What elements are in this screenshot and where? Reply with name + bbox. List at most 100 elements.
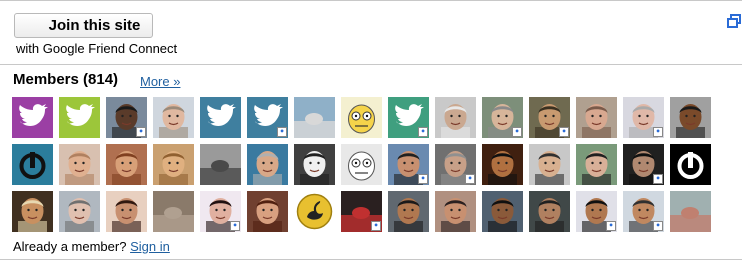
member-avatar[interactable]	[106, 144, 147, 185]
section-divider	[0, 64, 742, 65]
member-photo	[482, 144, 523, 185]
member-avatar[interactable]: •	[576, 191, 617, 232]
member-avatar[interactable]: •	[623, 144, 664, 185]
member-avatar[interactable]	[294, 144, 335, 185]
member-avatar[interactable]: •	[341, 191, 382, 232]
popout-window-icon[interactable]	[727, 14, 741, 28]
members-heading: Members (814)	[13, 71, 119, 88]
twitter-bird-icon	[12, 97, 53, 138]
member-avatar[interactable]: •	[200, 191, 241, 232]
logo-avatar	[670, 144, 711, 185]
sign-in-link[interactable]: Sign in	[130, 239, 170, 254]
member-avatar[interactable]: •	[388, 144, 429, 185]
member-avatar[interactable]: •	[482, 97, 523, 138]
google-badge-icon: •	[653, 127, 663, 137]
member-photo	[576, 97, 617, 138]
member-avatar[interactable]	[200, 97, 241, 138]
bottom-divider	[0, 259, 742, 260]
member-avatar[interactable]: •	[106, 97, 147, 138]
member-avatar[interactable]	[670, 191, 711, 232]
member-photo	[435, 191, 476, 232]
landscape-photo	[670, 191, 711, 232]
member-avatar[interactable]: •	[435, 144, 476, 185]
twitter-bird-icon	[59, 97, 100, 138]
google-badge-icon: •	[465, 174, 475, 184]
friend-connect-subtitle: with Google Friend Connect	[16, 41, 178, 56]
member-avatar[interactable]	[435, 191, 476, 232]
member-photo	[529, 144, 570, 185]
member-avatar[interactable]: •	[247, 97, 288, 138]
member-avatar[interactable]	[294, 97, 335, 138]
member-avatar[interactable]	[435, 97, 476, 138]
member-avatar[interactable]	[576, 144, 617, 185]
cartoon-avatar	[341, 144, 382, 185]
google-badge-icon: •	[512, 127, 522, 137]
member-avatar[interactable]	[576, 97, 617, 138]
twitter-bird-icon	[200, 97, 241, 138]
google-badge-icon: •	[418, 127, 428, 137]
member-avatar[interactable]	[482, 144, 523, 185]
member-photo	[59, 191, 100, 232]
google-badge-icon: •	[606, 221, 616, 231]
member-photo	[106, 144, 147, 185]
member-avatar[interactable]	[106, 191, 147, 232]
member-avatar[interactable]	[12, 144, 53, 185]
member-photo	[12, 191, 53, 232]
cartoon-avatar	[341, 97, 382, 138]
google-badge-icon: •	[136, 127, 146, 137]
google-badge-icon: •	[277, 127, 287, 137]
member-photo	[247, 191, 288, 232]
member-avatar[interactable]	[670, 97, 711, 138]
member-avatar[interactable]	[59, 97, 100, 138]
top-divider	[0, 0, 742, 1]
member-photo	[670, 97, 711, 138]
google-badge-icon: •	[559, 127, 569, 137]
member-avatar[interactable]	[670, 144, 711, 185]
member-avatar[interactable]: •	[623, 97, 664, 138]
member-avatar[interactable]	[153, 97, 194, 138]
member-photo	[294, 144, 335, 185]
member-avatar[interactable]	[200, 144, 241, 185]
landscape-photo	[200, 144, 241, 185]
footer: Already a member? Sign in	[13, 239, 170, 254]
member-avatar[interactable]	[388, 191, 429, 232]
members-avatar-grid: • • • • • • • • • • • • •	[12, 97, 711, 232]
member-avatar[interactable]	[341, 144, 382, 185]
member-avatar[interactable]	[59, 191, 100, 232]
member-avatar[interactable]	[529, 191, 570, 232]
google-badge-icon: •	[653, 221, 663, 231]
member-photo	[153, 144, 194, 185]
member-avatar[interactable]	[341, 97, 382, 138]
google-badge-icon: •	[418, 174, 428, 184]
landscape-photo	[153, 191, 194, 232]
member-photo	[482, 191, 523, 232]
friend-connect-widget: Join this site with Google Friend Connec…	[0, 0, 742, 263]
member-avatar[interactable]	[59, 144, 100, 185]
member-avatar[interactable]: •	[623, 191, 664, 232]
member-avatar[interactable]	[294, 191, 335, 232]
member-avatar[interactable]	[247, 191, 288, 232]
member-photo	[153, 97, 194, 138]
member-avatar[interactable]	[247, 144, 288, 185]
swan-coin-icon	[294, 191, 335, 232]
google-badge-icon: •	[371, 221, 381, 231]
member-photo	[576, 144, 617, 185]
landscape-photo	[294, 97, 335, 138]
member-photo	[529, 191, 570, 232]
already-member-text: Already a member?	[13, 239, 127, 254]
member-photo	[106, 191, 147, 232]
member-avatar[interactable]: •	[388, 97, 429, 138]
member-avatar[interactable]: •	[529, 97, 570, 138]
member-avatar[interactable]	[482, 191, 523, 232]
join-site-button[interactable]: Join this site	[14, 13, 153, 38]
member-photo	[247, 144, 288, 185]
more-members-link[interactable]: More »	[140, 74, 180, 89]
member-avatar[interactable]	[12, 97, 53, 138]
member-photo	[59, 144, 100, 185]
member-avatar[interactable]	[529, 144, 570, 185]
member-avatar[interactable]	[153, 144, 194, 185]
logo-avatar	[12, 144, 53, 185]
member-avatar[interactable]	[12, 191, 53, 232]
google-badge-icon: •	[230, 221, 240, 231]
member-avatar[interactable]	[153, 191, 194, 232]
